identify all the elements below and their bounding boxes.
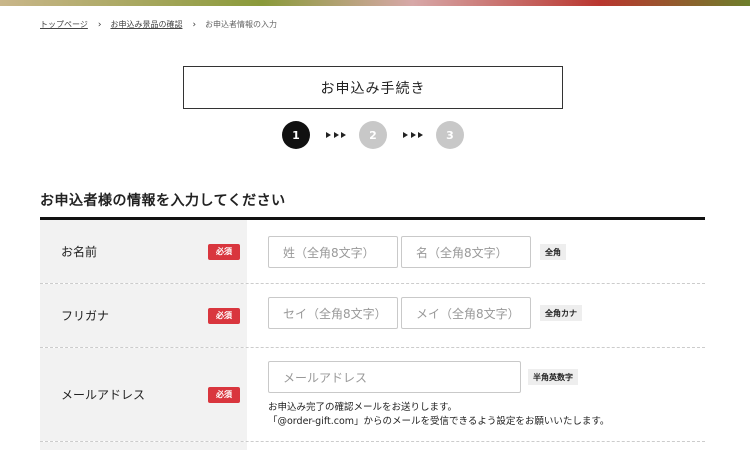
email-note-line: 「@order-gift.com」からのメールを受信できるよう設定をお願いいたし…	[268, 416, 610, 427]
input-type-tag: 半角英数字	[528, 369, 578, 385]
name-label: お名前	[61, 245, 98, 259]
last-name-kana-input[interactable]: セイ（全角8文字）	[268, 297, 398, 329]
form-row-kana: フリガナ 必須 セイ（全角8文字） メイ（全角8文字） 全角カナ	[40, 284, 705, 348]
kana-label: フリガナ	[61, 309, 110, 323]
page-title: お申込み手続き	[183, 66, 563, 109]
breadcrumb-current: お申込者情報の入力	[205, 20, 278, 29]
top-banner-image	[0, 0, 750, 6]
chevron-right-icon: ›	[192, 19, 197, 30]
email-label: メールアドレス	[61, 388, 146, 402]
form-row-next	[40, 442, 705, 450]
form-field-cell	[247, 442, 705, 450]
section-title: お申込者様の情報を入力してください	[40, 193, 286, 209]
form-label-cell	[40, 442, 247, 450]
breadcrumb: トップページ › お申込み景品の確認 › お申込者情報の入力	[40, 19, 277, 30]
step-arrows-icon	[403, 132, 423, 138]
step-1: 1	[282, 121, 310, 149]
required-badge: 必須	[208, 307, 240, 324]
form-field-cell: 姓（全角8文字） 名（全角8文字） 全角	[247, 220, 705, 283]
step-indicator: 1 2 3	[282, 121, 464, 149]
applicant-form: お名前 必須 姓（全角8文字） 名（全角8文字） 全角 フリガナ 必須 セイ（全…	[40, 217, 705, 450]
first-name-kana-input[interactable]: メイ（全角8文字）	[401, 297, 531, 329]
required-badge: 必須	[208, 386, 240, 403]
form-row-name: お名前 必須 姓（全角8文字） 名（全角8文字） 全角	[40, 220, 705, 284]
form-field-cell: セイ（全角8文字） メイ（全角8文字） 全角カナ	[247, 284, 705, 347]
first-name-input[interactable]: 名（全角8文字）	[401, 236, 531, 268]
form-field-cell: メールアドレス 半角英数字 お申込み完了の確認メールをお送りします。 「@ord…	[247, 348, 705, 441]
email-input[interactable]: メールアドレス	[268, 361, 521, 393]
step-arrows-icon	[326, 132, 346, 138]
step-2: 2	[359, 121, 387, 149]
form-label-cell: お名前 必須	[40, 220, 247, 283]
step-3: 3	[436, 121, 464, 149]
input-type-tag: 全角	[540, 244, 566, 260]
input-type-tag: 全角カナ	[540, 305, 582, 321]
required-badge: 必須	[208, 243, 240, 260]
form-label-cell: メールアドレス 必須	[40, 348, 247, 441]
email-note: お申込み完了の確認メールをお送りします。 「@order-gift.com」から…	[268, 401, 609, 429]
email-note-line: お申込み完了の確認メールをお送りします。	[268, 402, 458, 413]
form-label-cell: フリガナ 必須	[40, 284, 247, 347]
last-name-input[interactable]: 姓（全角8文字）	[268, 236, 398, 268]
form-row-email: メールアドレス 必須 メールアドレス 半角英数字 お申込み完了の確認メールをお送…	[40, 348, 705, 442]
breadcrumb-top-link[interactable]: トップページ	[40, 19, 88, 30]
chevron-right-icon: ›	[97, 19, 102, 30]
breadcrumb-confirm-link[interactable]: お申込み景品の確認	[110, 19, 182, 30]
